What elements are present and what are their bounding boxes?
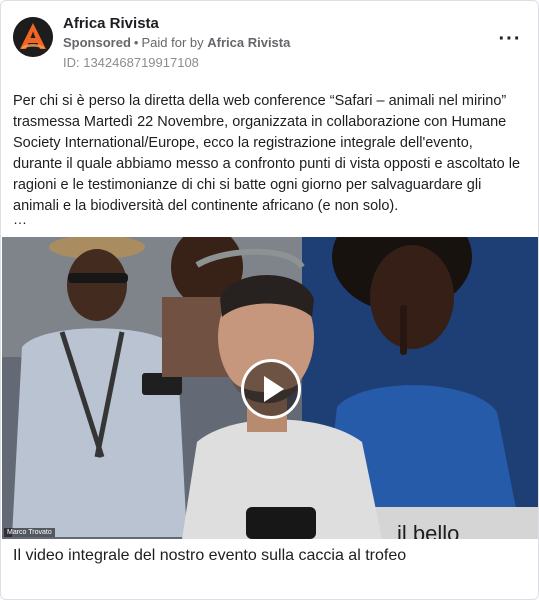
background-sign-text: il bello bbox=[397, 521, 460, 539]
see-more-ellipsis[interactable]: … bbox=[13, 211, 27, 227]
payer-name[interactable]: Africa Rivista bbox=[207, 35, 290, 50]
post-body-text: Per chi si è perso la diretta della web … bbox=[13, 93, 521, 214]
video-caption[interactable]: Il video integrale del nostro evento sul… bbox=[13, 547, 525, 565]
sponsored-meta: Sponsored • Paid for by Africa Rivista bbox=[63, 35, 290, 50]
page-name[interactable]: Africa Rivista bbox=[63, 15, 159, 32]
ad-post-card: Africa Rivista Sponsored • Paid for by Afr… bbox=[0, 0, 539, 600]
more-options-button[interactable]: ··· bbox=[494, 27, 526, 51]
play-icon bbox=[264, 376, 284, 402]
paid-for-label: Paid for by bbox=[141, 35, 204, 50]
speaker-name-label: Marco Trovato bbox=[4, 528, 55, 537]
ad-id: ID: 1342468719917108 bbox=[63, 55, 199, 70]
play-button[interactable] bbox=[241, 359, 301, 419]
sponsored-label: Sponsored bbox=[63, 35, 131, 50]
meta-separator: • bbox=[133, 35, 139, 50]
page-avatar[interactable] bbox=[13, 17, 53, 57]
more-dots-icon: ··· bbox=[498, 28, 522, 50]
post-header: Africa Rivista Sponsored • Paid for by Afr… bbox=[13, 13, 526, 73]
africa-rivista-logo-icon bbox=[13, 17, 53, 57]
video-player[interactable]: il bello Marco Trovato bbox=[2, 237, 538, 539]
